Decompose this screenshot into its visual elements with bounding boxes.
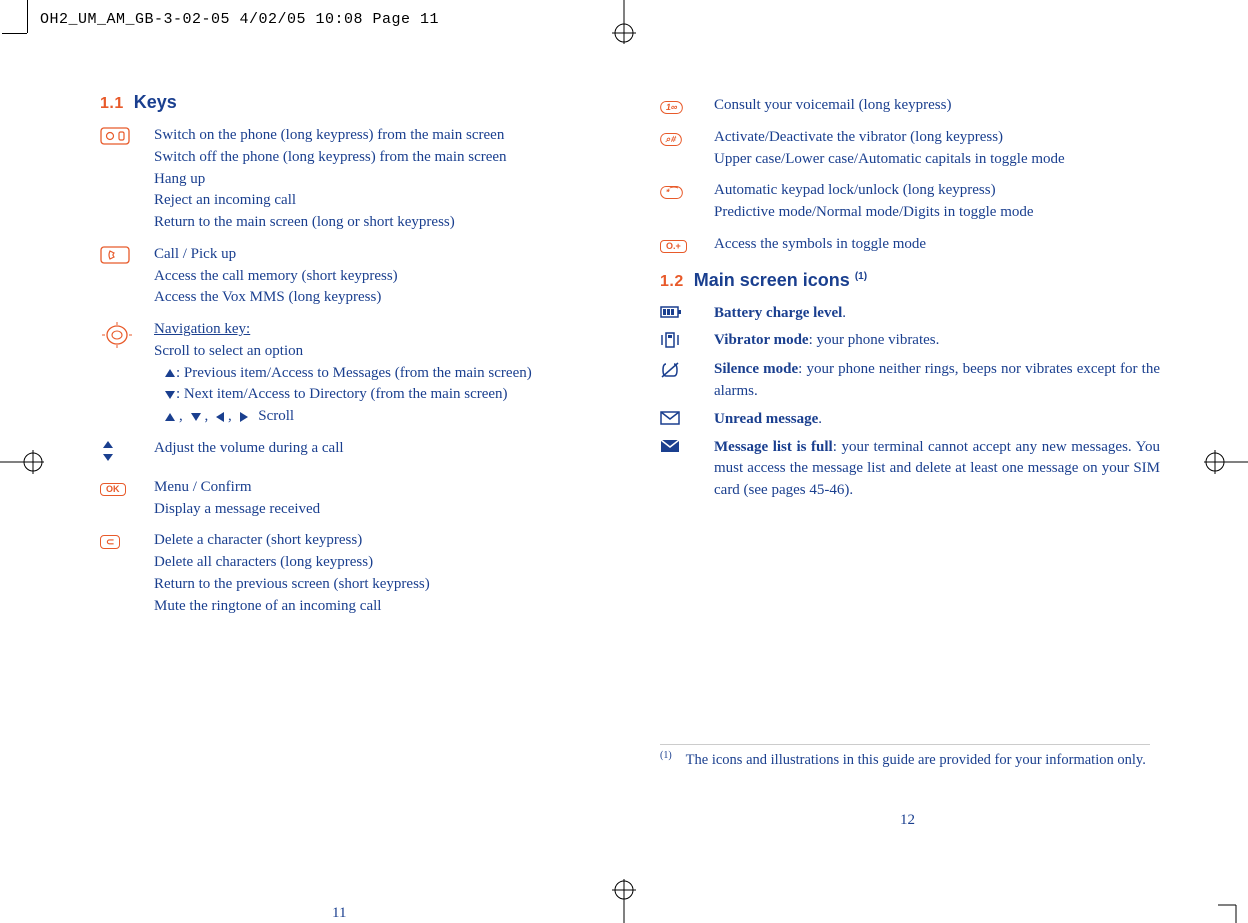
crop-mark-br [1218, 893, 1248, 923]
volume-key-icon [100, 438, 154, 467]
section-title: Keys [134, 92, 177, 112]
entry-volume: Adjust the volume during a call [100, 438, 570, 467]
entry-unread: Unread message. [660, 409, 1160, 431]
footnote-mark: (1) [660, 750, 672, 771]
arrow-down-icon [191, 413, 201, 421]
page-number-left: 11 [332, 905, 346, 922]
entry-ok: OK Menu / Confirm Display a message rece… [100, 477, 570, 521]
nav-title: Navigation key: [154, 319, 570, 341]
page: OH2_UM_AM_GB-3-02-05 4/02/05 10:08 Page … [0, 0, 1248, 923]
entry-msg-full: Message list is full: your terminal cann… [660, 437, 1160, 502]
vibrator-icon [660, 330, 714, 353]
msg-full-icon [660, 437, 714, 460]
section-number: 1.2 [660, 273, 684, 290]
entry-body: Switch on the phone (long keypress) from… [154, 125, 570, 234]
entry-body: Call / Pick up Access the call memory (s… [154, 244, 570, 309]
entry-call: Call / Pick up Access the call memory (s… [100, 244, 570, 309]
entry-body: Navigation key: Scroll to select an opti… [154, 319, 570, 428]
arrow-up-icon [165, 369, 175, 377]
registration-mark-bottom [604, 878, 644, 923]
key-1-icon: 1∞ [660, 95, 714, 115]
section-number: 1.1 [100, 95, 124, 112]
c-key-icon: ⊂ [100, 530, 154, 550]
arrow-left-icon [216, 412, 224, 422]
registration-mark-left [0, 442, 45, 482]
entry-c: ⊂ Delete a character (short keypress) De… [100, 530, 570, 617]
arrow-down-icon [165, 391, 175, 399]
entry-key-hash: ⌕# Activate/Deactivate the vibrator (lon… [660, 127, 1160, 171]
entry-power: Switch on the phone (long keypress) from… [100, 125, 570, 234]
entry-vibrator: Vibrator mode: your phone vibrates. [660, 330, 1160, 353]
nav-key-icon [100, 319, 154, 354]
key-0-icon: O.+ [660, 234, 714, 254]
arrow-right-icon [240, 412, 248, 422]
entry-silence: Silence mode: your phone neither rings, … [660, 359, 1160, 403]
entry-nav: Navigation key: Scroll to select an opti… [100, 319, 570, 428]
call-key-icon [100, 244, 154, 269]
entry-body: Delete a character (short keypress) Dele… [154, 530, 570, 617]
registration-mark-right [1203, 442, 1248, 482]
section-title: Main screen icons (1) [694, 270, 867, 290]
key-hash-icon: ⌕# [660, 127, 714, 147]
entry-key-0: O.+ Access the symbols in toggle mode [660, 234, 1160, 256]
registration-mark-top [604, 0, 644, 45]
footnote-rule [660, 744, 1150, 745]
entry-key-1: 1∞ Consult your voicemail (long keypress… [660, 95, 1160, 117]
footnote-text: The icons and illustrations in this guid… [686, 750, 1160, 771]
key-star-icon: *⁀ [660, 180, 714, 200]
entry-battery: Battery charge level. [660, 303, 1160, 325]
left-column: 1.1 Keys Switch on the phone (long keypr… [100, 92, 570, 627]
arrow-up-icon [165, 413, 175, 421]
power-key-icon [100, 125, 154, 150]
silence-icon [660, 359, 714, 384]
entry-body: Menu / Confirm Display a message receive… [154, 477, 570, 521]
footnote: (1) The icons and illustrations in this … [660, 750, 1160, 771]
battery-icon [660, 303, 714, 324]
print-slug: OH2_UM_AM_GB-3-02-05 4/02/05 10:08 Page … [40, 11, 439, 28]
section-1-1-head: 1.1 Keys [100, 92, 570, 113]
entry-key-star: *⁀ Automatic keypad lock/unlock (long ke… [660, 180, 1160, 224]
page-number-right: 12 [900, 812, 915, 829]
right-column: 1∞ Consult your voicemail (long keypress… [660, 95, 1160, 512]
ok-key-icon: OK [100, 477, 154, 497]
unread-icon [660, 409, 714, 430]
entry-body: Adjust the volume during a call [154, 438, 570, 460]
section-1-2-head: 1.2 Main screen icons (1) [660, 270, 1160, 291]
